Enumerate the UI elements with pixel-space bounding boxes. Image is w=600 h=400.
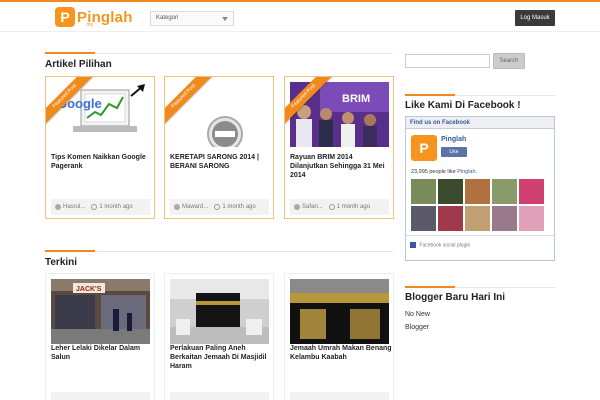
login-button[interactable]: Log Masuk xyxy=(515,10,555,26)
fan-avatar[interactable] xyxy=(465,206,490,231)
facebook-heading: Like Kami Di Facebook ! xyxy=(405,100,521,111)
latest-thumbnail[interactable] xyxy=(170,279,269,344)
logo-icon: P xyxy=(55,7,75,27)
thumb-text: BRIM xyxy=(342,93,370,105)
chevron-down-icon xyxy=(222,17,228,21)
featured-title[interactable]: Tips Komen Naikkan Google Pagerank xyxy=(51,153,151,171)
user-icon xyxy=(174,204,180,210)
post-time: 1 month ago xyxy=(99,204,133,210)
user-icon xyxy=(294,204,300,210)
search-input[interactable] xyxy=(405,54,490,68)
section-accent xyxy=(405,94,455,96)
clock-icon xyxy=(91,204,98,210)
latest-heading: Terkini xyxy=(45,257,78,268)
featured-card[interactable]: Featured Post KERETAPI SARONG 2014 | BER… xyxy=(164,76,274,219)
kaabah-crowd-photo xyxy=(170,279,269,344)
fb-plugin-label[interactable]: Facebook social plugin xyxy=(419,242,470,248)
section-accent xyxy=(45,250,95,252)
facebook-like-box: Find us on Facebook P Pinglah Like 23,99… xyxy=(405,116,555,261)
fb-plugin-footer: Facebook social plugin xyxy=(406,235,554,261)
site-header: P Pinglah .my Kategori Log Masuk xyxy=(0,2,600,32)
featured-title[interactable]: KERETAPI SARONG 2014 | BERANI SARONG xyxy=(170,153,270,171)
post-meta xyxy=(170,392,269,400)
fan-avatar[interactable] xyxy=(492,206,517,231)
fan-avatar[interactable] xyxy=(411,206,436,231)
fan-avatar[interactable] xyxy=(438,206,463,231)
fb-like-button[interactable]: Like xyxy=(441,147,467,157)
logo-subtext: .my xyxy=(85,22,94,28)
fb-count-text: 23,995 people like xyxy=(411,169,456,175)
category-select[interactable]: Kategori xyxy=(150,11,234,26)
latest-card[interactable]: JACK'S Leher Lelaki Dikelar Dalam Salun xyxy=(45,273,155,400)
featured-title[interactable]: Rayuan BRIM 2014 Dilanjutkan Sehingga 31… xyxy=(290,153,390,180)
post-author[interactable]: Maward... xyxy=(182,204,208,210)
kaabah-kiswah-photo xyxy=(290,279,389,344)
section-divider xyxy=(45,251,393,252)
latest-card[interactable]: Perlakuan Paling Aneh Berkaitan Jemaah D… xyxy=(164,273,274,400)
fan-avatar[interactable] xyxy=(519,206,544,231)
post-meta xyxy=(51,392,150,400)
latest-title[interactable]: Jemaah Umrah Makan Benang Kelambu Kaabah xyxy=(290,344,392,362)
salon-photo: JACK'S xyxy=(51,279,150,344)
fb-box-header: Find us on Facebook xyxy=(406,117,554,129)
section-divider xyxy=(45,53,393,54)
fb-page-logo[interactable]: P xyxy=(411,135,437,161)
fb-page-name[interactable]: Pinglah xyxy=(441,136,466,143)
post-time: 1 month ago xyxy=(222,204,256,210)
post-author[interactable]: Hasrul... xyxy=(63,204,85,210)
fb-like-label: Like xyxy=(449,149,459,155)
fan-avatar[interactable] xyxy=(438,179,463,204)
blogger-item: Blogger xyxy=(405,324,430,331)
post-meta: Hasrul... 1 month ago xyxy=(51,199,150,215)
post-author[interactable]: Safari... xyxy=(302,204,323,210)
fan-avatar[interactable] xyxy=(492,179,517,204)
fan-avatar[interactable] xyxy=(465,179,490,204)
latest-card[interactable]: Jemaah Umrah Makan Benang Kelambu Kaabah xyxy=(284,273,394,400)
fb-faces-grid xyxy=(411,179,551,231)
site-logo[interactable]: P Pinglah .my xyxy=(55,6,133,28)
clock-icon xyxy=(214,204,221,210)
thumb-text: JACK'S xyxy=(76,286,102,293)
fb-count-page[interactable]: Pinglah. xyxy=(457,169,477,175)
latest-thumbnail[interactable] xyxy=(290,279,389,344)
featured-card[interactable]: Google Featured Post Tips Komen Naikkan … xyxy=(45,76,155,219)
blogger-item: No New xyxy=(405,311,430,318)
post-time: 1 month ago xyxy=(336,204,371,210)
search-button[interactable]: Search xyxy=(493,53,525,69)
category-select-label: Kategori xyxy=(156,15,179,21)
latest-title[interactable]: Perlakuan Paling Aneh Berkaitan Jemaah D… xyxy=(170,344,272,371)
post-meta xyxy=(290,392,389,400)
post-meta: Maward... 1 month ago xyxy=(170,199,269,215)
featured-card[interactable]: BRIM Featured Post Rayuan BRIM 2014 Dila… xyxy=(284,76,394,219)
clock-icon xyxy=(328,204,335,210)
section-accent xyxy=(405,286,455,288)
user-icon xyxy=(55,204,61,210)
featured-heading: Artikel Pilihan xyxy=(45,59,112,70)
post-meta: Safari... 1 month ago xyxy=(290,199,389,215)
latest-title[interactable]: Leher Lelaki Dikelar Dalam Salun xyxy=(51,344,153,362)
fb-like-count: 23,995 people like Pinglah. xyxy=(411,169,477,175)
latest-thumbnail[interactable]: JACK'S xyxy=(51,279,150,344)
blogger-heading: Blogger Baru Hari Ini xyxy=(405,292,506,303)
section-accent xyxy=(45,52,95,54)
fan-avatar[interactable] xyxy=(519,179,544,204)
fan-avatar[interactable] xyxy=(411,179,436,204)
facebook-icon xyxy=(410,242,416,248)
